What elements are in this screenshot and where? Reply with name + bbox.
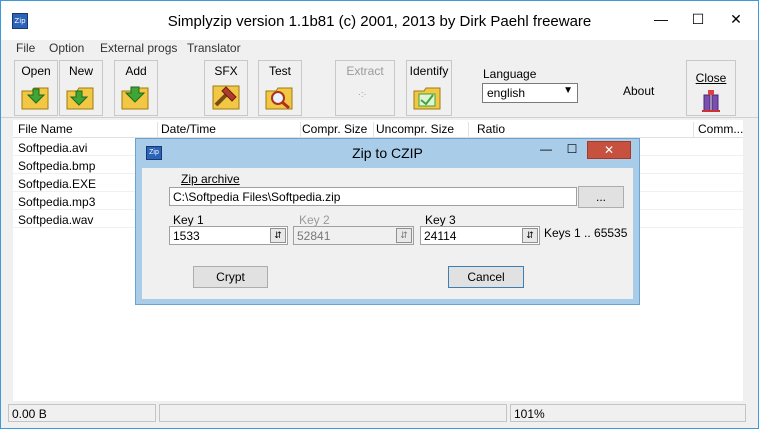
new-archive-icon (66, 87, 94, 110)
open-folder-icon (21, 87, 49, 110)
file-name: Softpedia.wav (18, 213, 94, 227)
dialog-maximize-button[interactable]: ☐ (560, 141, 584, 159)
key2-spinner-icon[interactable]: ⇵ (396, 228, 412, 243)
key1-spinner-icon[interactable]: ⇵ (270, 228, 286, 243)
identify-button[interactable]: Identify (406, 60, 452, 116)
new-button[interactable]: New (59, 60, 103, 116)
zip-to-czip-dialog: Zip Zip to CZIP — ☐ ✕ Zip archive C:\Sof… (135, 138, 640, 305)
key2-input[interactable]: 52841 ⇵ (293, 226, 414, 245)
open-label: Open (21, 64, 51, 78)
file-name: Softpedia.bmp (18, 159, 96, 173)
zip-archive-label: Zip archive (181, 172, 240, 186)
close-button[interactable]: Close (686, 60, 736, 116)
language-value: english (487, 86, 526, 100)
file-name: Softpedia.EXE (18, 177, 97, 191)
key3-label: Key 3 (425, 213, 456, 227)
menu-option[interactable]: Option (49, 41, 84, 55)
status-bar: 0.00 B 101% (1, 401, 758, 428)
add-button[interactable]: Add (114, 60, 158, 116)
browse-button[interactable]: ... (578, 186, 624, 208)
sfx-button[interactable]: SFX (204, 60, 248, 116)
column-compr-size[interactable]: Compr. Size (302, 122, 374, 138)
magnifier-icon (265, 87, 293, 110)
sfx-label: SFX (214, 64, 238, 78)
dialog-title-bar: Zip Zip to CZIP — ☐ ✕ (136, 139, 639, 165)
key2-label: Key 2 (299, 213, 330, 227)
identify-label: Identify (409, 64, 449, 78)
language-select[interactable]: english ▼ (482, 83, 578, 103)
window-title: Simplyzip version 1.1b81 (c) 2001, 2013 … (167, 13, 592, 30)
language-label: Language (483, 67, 537, 81)
status-middle (159, 404, 507, 422)
status-size: 0.00 B (8, 404, 156, 422)
menu-bar: File Option External progs Translator (1, 40, 758, 58)
key2-value: 52841 (297, 229, 331, 243)
about-button[interactable]: About (623, 84, 654, 98)
column-uncompr-size[interactable]: Uncompr. Size (376, 122, 469, 138)
open-button[interactable]: Open (14, 60, 58, 116)
file-name: Softpedia.mp3 (18, 195, 96, 209)
exit-door-icon (702, 90, 720, 112)
maximize-button[interactable]: ☐ (684, 9, 712, 31)
main-window: Zip Simplyzip version 1.1b81 (c) 2001, 2… (0, 0, 759, 429)
test-button[interactable]: Test (258, 60, 302, 116)
crypt-button[interactable]: Crypt (193, 266, 268, 288)
keys-range-label: Keys 1 .. 65535 (544, 226, 628, 240)
dialog-close-button[interactable]: ✕ (587, 141, 631, 159)
dialog-body: Zip archive C:\Softpedia Files\Softpedia… (142, 168, 633, 299)
add-files-icon (121, 86, 149, 110)
extract-button[interactable]: Extract ·:· (335, 60, 395, 116)
close-window-button[interactable]: ✕ (722, 9, 750, 31)
cancel-button[interactable]: Cancel (448, 266, 524, 288)
column-comment[interactable]: Comm... (698, 122, 743, 138)
key3-spinner-icon[interactable]: ⇵ (522, 228, 538, 243)
file-name: Softpedia.avi (18, 141, 88, 155)
column-date-time[interactable]: Date/Time (161, 122, 301, 138)
menu-translator[interactable]: Translator (187, 41, 241, 55)
identify-icon (413, 87, 441, 110)
dialog-minimize-button[interactable]: — (534, 141, 558, 159)
title-bar: Zip Simplyzip version 1.1b81 (c) 2001, 2… (1, 1, 758, 41)
key1-input[interactable]: 1533 ⇵ (169, 226, 288, 245)
key3-input[interactable]: 24114 ⇵ (420, 226, 540, 245)
extract-icon: ·:· (358, 89, 367, 99)
key1-value: 1533 (173, 229, 200, 243)
svg-text:·:·: ·:· (358, 89, 367, 99)
minimize-button[interactable]: — (647, 9, 675, 31)
column-ratio[interactable]: Ratio (477, 122, 694, 138)
close-label: Close (695, 71, 727, 85)
column-file-name[interactable]: File Name (18, 122, 158, 138)
extract-label: Extract (346, 64, 384, 78)
test-label: Test (268, 64, 291, 78)
new-label: New (68, 64, 93, 78)
add-label: Add (125, 64, 147, 78)
menu-file[interactable]: File (16, 41, 35, 55)
status-ratio: 101% (510, 404, 746, 422)
hammer-icon (212, 85, 240, 110)
chevron-down-icon: ▼ (563, 85, 573, 96)
menu-external-progs[interactable]: External progs (100, 41, 177, 55)
key1-label: Key 1 (173, 213, 204, 227)
zip-archive-field[interactable]: C:\Softpedia Files\Softpedia.zip (169, 187, 577, 206)
file-list-header: File Name Date/Time Compr. Size Uncompr.… (13, 120, 743, 138)
key3-value: 24114 (424, 229, 457, 243)
